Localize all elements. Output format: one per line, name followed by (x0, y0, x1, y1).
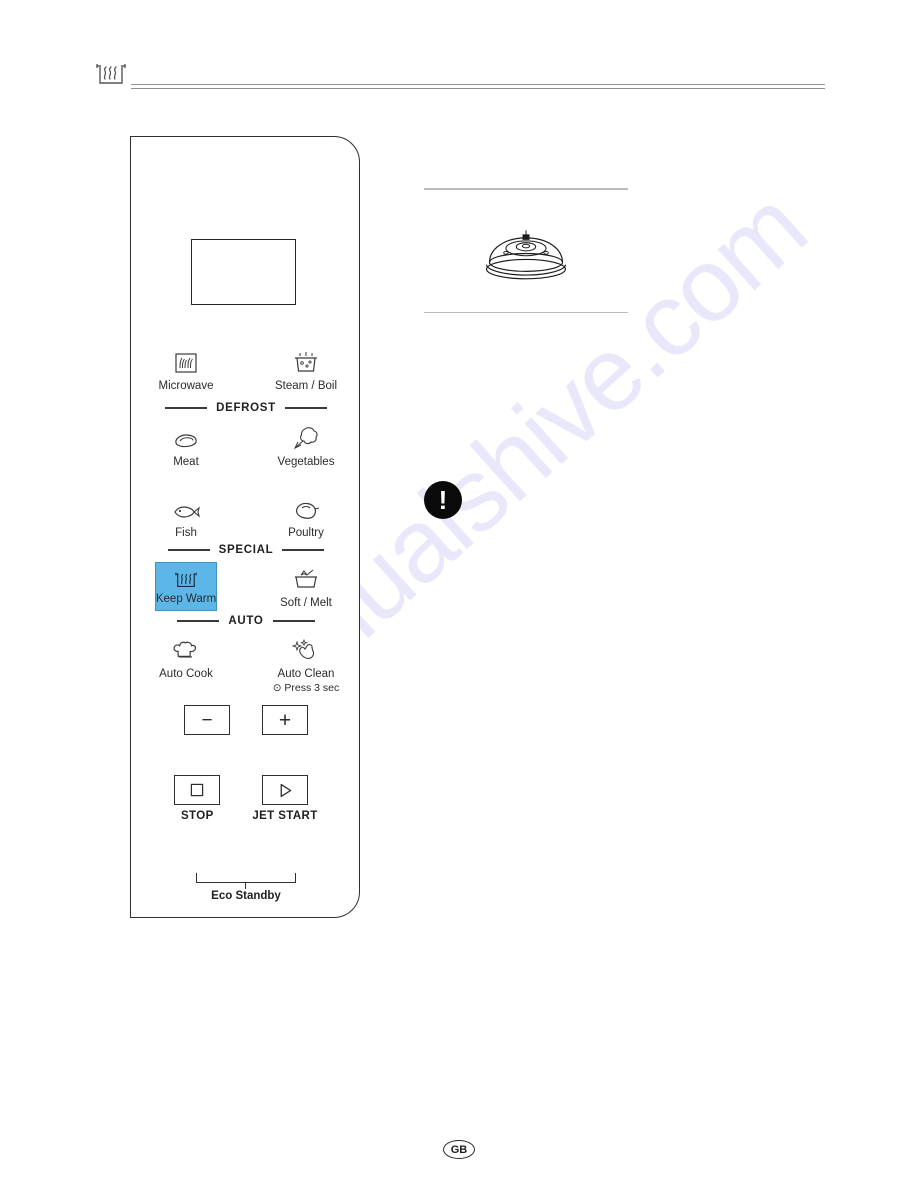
jet-start-button[interactable] (262, 775, 308, 805)
adjust-key-row: − + (131, 705, 361, 735)
covered-dish-icon (485, 230, 567, 279)
key-poultry[interactable]: Poultry (267, 492, 345, 540)
key-label: Meat (173, 456, 199, 468)
poultry-chicken-icon (291, 492, 321, 522)
section-divider-auto: AUTO (131, 615, 361, 627)
plus-button[interactable]: + (262, 705, 308, 735)
button-row-cooking-modes: Microwave Steam / Boil (131, 345, 361, 393)
fish-icon (171, 492, 201, 522)
minus-label: − (201, 709, 213, 731)
stop-label: STOP (180, 810, 214, 822)
warning-symbol: ! (438, 485, 448, 516)
divider-line-left (167, 549, 210, 551)
divider-line-left (165, 407, 208, 409)
eco-standby-label: Eco Standby (211, 890, 281, 902)
page-header (0, 0, 918, 110)
keep-warm-steam-icon (172, 567, 200, 591)
key-auto-clean[interactable]: Auto Clean ⊙ Press 3 sec (267, 633, 345, 695)
key-steam-boil[interactable]: Steam / Boil (267, 345, 345, 393)
button-row-auto: Auto Cook Auto Clean ⊙ Press 3 sec (131, 633, 361, 695)
divider-caption: DEFROST (216, 402, 276, 414)
stop-square-icon (191, 783, 204, 797)
manual-page: manualshive.com Microwave Steam / Boil D… (0, 0, 918, 1188)
right-content-column: ! (424, 136, 844, 520)
divider-line-left (177, 620, 220, 622)
vegetables-icon (291, 421, 321, 451)
key-keep-warm-highlight[interactable]: Keep Warm (155, 562, 217, 611)
microwave-waves-icon (173, 345, 199, 375)
key-label: Vegetables (277, 456, 335, 468)
button-row-defrost-2: Fish Poultry (131, 492, 361, 540)
jet-start-label: JET START (252, 810, 318, 822)
key-label: Soft / Melt (280, 597, 332, 609)
divider-line-right (272, 620, 315, 622)
transport-key-row: STOP JET START (131, 775, 361, 822)
key-label: Steam / Boil (275, 380, 337, 392)
key-soft-melt[interactable]: Soft / Melt (267, 562, 345, 611)
key-jet-start[interactable]: JET START (252, 775, 317, 822)
section-divider-defrost: DEFROST (131, 402, 361, 414)
divider-line-right (284, 407, 327, 409)
header-double-rule (131, 84, 825, 90)
key-label: Auto Cook (159, 668, 213, 680)
stop-button[interactable] (174, 775, 221, 805)
header-rule-top (131, 84, 825, 85)
divider-caption: SPECIAL (218, 544, 274, 556)
divider-caption: AUTO (228, 615, 264, 627)
key-microwave[interactable]: Microwave (147, 345, 225, 393)
soft-melt-icon (291, 562, 321, 592)
key-meat[interactable]: Meat (147, 421, 225, 469)
figure-rule-bottom (424, 311, 628, 314)
steam-boil-pot-icon (291, 345, 321, 375)
key-keep-warm[interactable]: Keep Warm (147, 562, 225, 611)
header-rule-bottom (131, 88, 825, 89)
key-auto-cook[interactable]: Auto Cook (147, 633, 225, 695)
divider-line-right (282, 549, 325, 551)
meat-steak-icon (171, 421, 201, 451)
chef-hat-icon (171, 633, 201, 663)
key-label: Auto Clean (277, 668, 335, 680)
key-vegetables[interactable]: Vegetables (267, 421, 345, 469)
key-label: Poultry (288, 527, 324, 539)
warning-exclamation-icon: ! (424, 481, 462, 520)
button-row-defrost-1: Meat Vegetables (131, 421, 361, 469)
eco-standby-bracket-tick (245, 883, 247, 889)
keep-warm-steam-icon (93, 60, 129, 90)
eco-standby-bracket (196, 873, 296, 883)
minus-button[interactable]: − (184, 705, 230, 735)
key-label: Fish (175, 527, 197, 539)
section-divider-special: SPECIAL (131, 544, 361, 556)
button-row-special: Keep Warm Soft / Melt (131, 562, 361, 611)
warning-block: ! (424, 481, 844, 520)
play-triangle-icon (280, 783, 291, 797)
key-label: Keep Warm (155, 593, 217, 605)
key-fish[interactable]: Fish (147, 492, 225, 540)
display-screen (191, 239, 296, 305)
auto-clean-sparkle-icon (291, 633, 321, 663)
locale-badge: GB (443, 1140, 475, 1159)
key-sublabel: ⊙ Press 3 sec (272, 682, 340, 694)
key-stop[interactable]: STOP (174, 775, 221, 822)
covered-dish-figure (424, 190, 628, 312)
page-footer: GB (0, 1140, 918, 1159)
control-panel: Microwave Steam / Boil DEFROST Meat Vege… (130, 136, 360, 918)
plus-label: + (278, 708, 292, 732)
key-label: Microwave (158, 380, 214, 392)
